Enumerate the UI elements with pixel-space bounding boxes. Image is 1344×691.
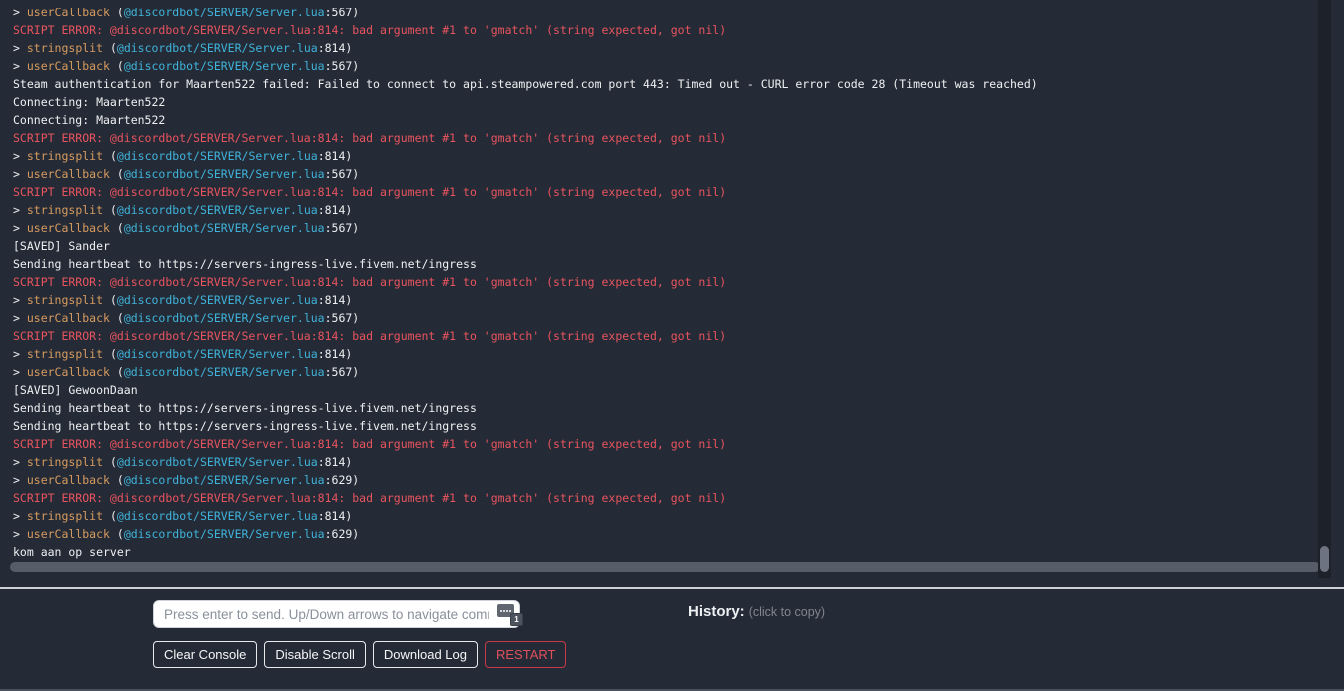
disable-scroll-button[interactable]: Disable Scroll	[264, 641, 365, 668]
vertical-scrollbar[interactable]	[1318, 0, 1331, 578]
clear-console-button[interactable]: Clear Console	[153, 641, 257, 668]
bottom-panel: 1 History: (click to copy) Clear Console …	[0, 589, 1344, 691]
console-line: > userCallback (@discordbot/SERVER/Serve…	[13, 471, 1344, 489]
history-label: History:	[688, 603, 745, 620]
history-section: History: (click to copy)	[688, 603, 825, 621]
history-hint: (click to copy)	[749, 605, 825, 619]
input-method-extension-icon[interactable]: 1	[497, 604, 523, 628]
console-line: > userCallback (@discordbot/SERVER/Serve…	[13, 165, 1344, 183]
console-line: SCRIPT ERROR: @discordbot/SERVER/Server.…	[13, 435, 1344, 453]
console-line: > stringsplit (@discordbot/SERVER/Server…	[13, 453, 1344, 471]
horizontal-scrollbar-thumb[interactable]	[10, 562, 1320, 572]
console-line: Connecting: Maarten522	[13, 93, 1344, 111]
console-line: > userCallback (@discordbot/SERVER/Serve…	[13, 219, 1344, 237]
console-line: kom aan op server	[13, 543, 1344, 561]
extension-badge: 1	[510, 613, 523, 626]
console-line: SCRIPT ERROR: @discordbot/SERVER/Server.…	[13, 273, 1344, 291]
console-line: Sending heartbeat to https://servers-ing…	[13, 255, 1344, 273]
download-log-button[interactable]: Download Log	[373, 641, 478, 668]
console-line: > stringsplit (@discordbot/SERVER/Server…	[13, 291, 1344, 309]
console-line: SCRIPT ERROR: @discordbot/SERVER/Server.…	[13, 21, 1344, 39]
console-line: Connecting: Maarten522	[13, 111, 1344, 129]
console-top-clip	[0, 0, 1344, 8]
horizontal-scrollbar[interactable]	[0, 561, 1344, 573]
console-line: SCRIPT ERROR: @discordbot/SERVER/Server.…	[13, 129, 1344, 147]
console-line: Steam authentication for Maarten522 fail…	[13, 75, 1344, 93]
console-line: SCRIPT ERROR: @discordbot/SERVER/Server.…	[13, 327, 1344, 345]
console-line: Sending heartbeat to https://servers-ing…	[13, 417, 1344, 435]
console-log: > userCallback (@discordbot/SERVER/Serve…	[0, 0, 1344, 561]
restart-button[interactable]: RESTART	[485, 641, 566, 668]
console-line: > userCallback (@discordbot/SERVER/Serve…	[13, 525, 1344, 543]
console-line: > stringsplit (@discordbot/SERVER/Server…	[13, 345, 1344, 363]
console-line: SCRIPT ERROR: @discordbot/SERVER/Server.…	[13, 489, 1344, 507]
command-input[interactable]	[153, 600, 520, 628]
vertical-scrollbar-thumb[interactable]	[1320, 546, 1329, 572]
console-line: Sending heartbeat to https://servers-ing…	[13, 399, 1344, 417]
console-output[interactable]: > userCallback (@discordbot/SERVER/Serve…	[0, 0, 1344, 589]
console-line: > userCallback (@discordbot/SERVER/Serve…	[13, 309, 1344, 327]
command-input-wrap: 1	[153, 600, 520, 628]
console-line: > stringsplit (@discordbot/SERVER/Server…	[13, 39, 1344, 57]
console-line: [SAVED] Sander	[13, 237, 1344, 255]
console-line: > stringsplit (@discordbot/SERVER/Server…	[13, 147, 1344, 165]
console-line: SCRIPT ERROR: @discordbot/SERVER/Server.…	[13, 183, 1344, 201]
console-line: > userCallback (@discordbot/SERVER/Serve…	[13, 363, 1344, 381]
console-line: [SAVED] GewoonDaan	[13, 381, 1344, 399]
console-line: > stringsplit (@discordbot/SERVER/Server…	[13, 201, 1344, 219]
console-line: > userCallback (@discordbot/SERVER/Serve…	[13, 57, 1344, 75]
console-buttons: Clear Console Disable Scroll Download Lo…	[153, 641, 566, 668]
console-line: > stringsplit (@discordbot/SERVER/Server…	[13, 507, 1344, 525]
